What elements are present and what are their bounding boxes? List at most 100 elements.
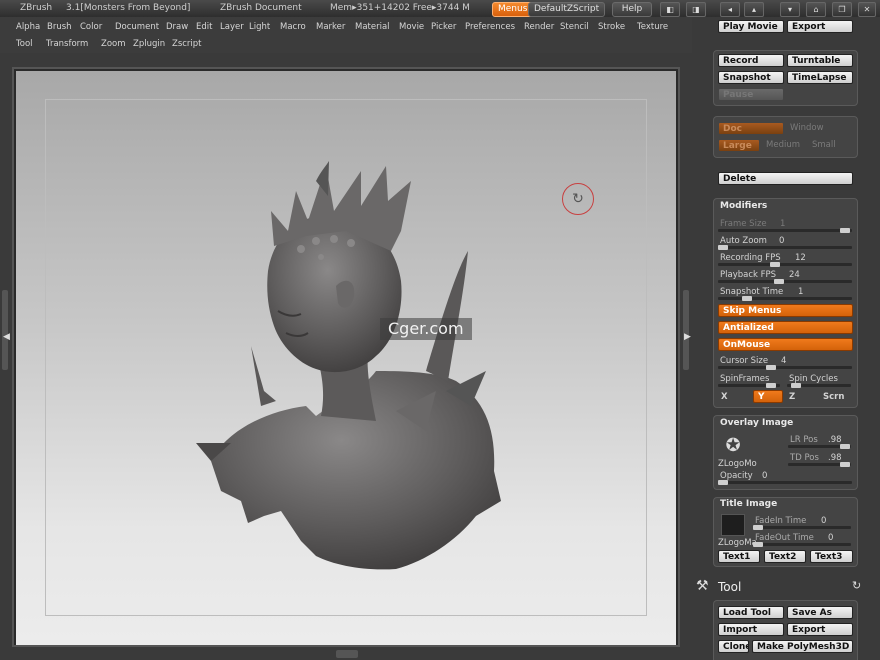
home-icon[interactable]: ⌂	[806, 2, 826, 17]
window-button[interactable]: Window	[790, 123, 824, 133]
menu-alpha[interactable]: Alpha	[16, 22, 40, 32]
fadeout-time-value: 0	[828, 533, 834, 543]
turntable-button[interactable]: Turntable	[787, 54, 853, 67]
modifiers-title[interactable]: Modifiers	[720, 201, 767, 211]
snapshot-button[interactable]: Snapshot	[718, 71, 784, 84]
right-arrow-icon[interactable]: ▶	[684, 332, 691, 342]
screen-axis-toggle[interactable]: Scrn	[823, 392, 844, 402]
menu-marker[interactable]: Marker	[316, 22, 345, 32]
doc-button[interactable]: Doc	[718, 122, 784, 135]
menu-movie[interactable]: Movie	[399, 22, 424, 32]
cursor-size-slider[interactable]	[718, 365, 852, 370]
menu-zscript[interactable]: Zscript	[172, 39, 202, 49]
palette-icon[interactable]: ◨	[686, 2, 706, 17]
medium-button[interactable]: Medium	[766, 140, 800, 150]
export-movie-button[interactable]: Export	[787, 20, 853, 33]
menu-color[interactable]: Color	[80, 22, 102, 32]
import-button[interactable]: Import	[718, 623, 784, 636]
title-image-title[interactable]: Title Image	[720, 499, 777, 509]
clone-button[interactable]: Clone	[718, 640, 749, 653]
restore-icon[interactable]: ❐	[832, 2, 852, 17]
maximize-icon[interactable]: ▴	[744, 2, 764, 17]
snapshot-time-value: 1	[798, 287, 804, 297]
menu-draw[interactable]: Draw	[166, 22, 188, 32]
menu-material[interactable]: Material	[355, 22, 390, 32]
overlay-opacity-value: 0	[762, 471, 768, 481]
skip-menus-toggle[interactable]: Skip Menus	[718, 304, 853, 317]
cursor-size-label: Cursor Size	[720, 356, 769, 366]
menu-layer[interactable]: Layer	[220, 22, 244, 32]
zbrush-logo-icon[interactable]: ✪	[720, 434, 746, 458]
save-as-button[interactable]: Save As	[787, 606, 853, 619]
onmouse-toggle[interactable]: OnMouse	[718, 338, 853, 351]
play-movie-button[interactable]: Play Movie	[718, 20, 784, 33]
fadein-time-value: 0	[821, 516, 827, 526]
menu-edit[interactable]: Edit	[196, 22, 212, 32]
text3-button[interactable]: Text3	[810, 550, 853, 563]
antialized-toggle[interactable]: Antialized	[718, 321, 853, 334]
axis-x-toggle[interactable]: X	[721, 392, 728, 402]
menu-stencil[interactable]: Stencil	[560, 22, 589, 32]
lr-pos-slider[interactable]	[788, 444, 851, 449]
menu-light[interactable]: Light	[249, 22, 270, 32]
spin-cycles-slider[interactable]	[787, 383, 851, 388]
document-border	[45, 99, 647, 616]
delete-button[interactable]: Delete	[718, 172, 853, 185]
playback-fps-slider[interactable]	[718, 279, 852, 284]
td-pos-label: TD Pos	[790, 453, 819, 463]
hammer-icon: ⚒	[696, 578, 709, 594]
overlay-logo-label: ZLogoMo	[718, 459, 757, 469]
make-polymesh3d-button[interactable]: Make PolyMesh3D	[752, 640, 853, 653]
left-tray-handle[interactable]	[2, 290, 8, 370]
bottom-tray-handle[interactable]	[336, 650, 358, 658]
menu-texture[interactable]: Texture	[637, 22, 668, 32]
left-arrow-icon[interactable]: ◀	[3, 332, 10, 342]
minimize-left-icon[interactable]: ◂	[720, 2, 740, 17]
recording-fps-value: 12	[795, 253, 806, 263]
record-button[interactable]: Record	[718, 54, 784, 67]
text2-button[interactable]: Text2	[764, 550, 806, 563]
overlay-image-title[interactable]: Overlay Image	[720, 418, 793, 428]
menu-render[interactable]: Render	[524, 22, 554, 32]
recording-fps-slider[interactable]	[718, 262, 852, 267]
fadein-time-slider[interactable]	[753, 525, 851, 530]
layout-icon[interactable]: ◧	[660, 2, 680, 17]
pause-button[interactable]: Pause	[718, 88, 784, 101]
snapshot-time-slider[interactable]	[718, 296, 852, 301]
menu-document[interactable]: Document	[115, 22, 159, 32]
load-tool-button[interactable]: Load Tool	[718, 606, 784, 619]
default-zscript-button[interactable]: DefaultZScript	[528, 2, 606, 17]
spinframes-slider[interactable]	[718, 383, 780, 388]
auto-zoom-slider[interactable]	[718, 245, 852, 250]
menu-brush[interactable]: Brush	[47, 22, 72, 32]
frame-size-slider[interactable]	[718, 228, 852, 233]
title-bar: ZBrush 3.1[Monsters From Beyond] ZBrush …	[0, 0, 880, 18]
help-button[interactable]: Help	[612, 2, 652, 17]
tool-palette-title[interactable]: Tool	[718, 580, 741, 594]
save-icon[interactable]: ▾	[780, 2, 800, 17]
menu-stroke[interactable]: Stroke	[598, 22, 625, 32]
td-pos-slider[interactable]	[788, 462, 851, 467]
fadeout-time-label: FadeOut Time	[755, 533, 814, 543]
overlay-opacity-slider[interactable]	[718, 480, 852, 485]
title-image-thumbnail[interactable]	[721, 514, 745, 536]
menu-macro[interactable]: Macro	[280, 22, 306, 32]
menu-tool[interactable]: Tool	[16, 39, 33, 49]
menu-zplugin[interactable]: Zplugin	[133, 39, 165, 49]
menu-preferences[interactable]: Preferences	[465, 22, 515, 32]
menu-zoom[interactable]: Zoom	[101, 39, 126, 49]
menu-transform[interactable]: Transform	[46, 39, 88, 49]
timelapse-button[interactable]: TimeLapse	[787, 71, 853, 84]
small-button[interactable]: Small	[812, 140, 836, 150]
fadeout-time-slider[interactable]	[753, 542, 851, 547]
export-tool-button[interactable]: Export	[787, 623, 853, 636]
tool-cycle-icon[interactable]: ↻	[852, 579, 861, 592]
menu-picker[interactable]: Picker	[431, 22, 456, 32]
large-button[interactable]: Large	[718, 139, 760, 152]
axis-z-toggle[interactable]: Z	[789, 392, 795, 402]
lr-pos-label: LR Pos	[790, 435, 818, 445]
axis-y-toggle[interactable]: Y	[753, 390, 783, 403]
right-tray-handle[interactable]	[683, 290, 689, 370]
text1-button[interactable]: Text1	[718, 550, 760, 563]
close-icon[interactable]: ✕	[858, 2, 876, 17]
